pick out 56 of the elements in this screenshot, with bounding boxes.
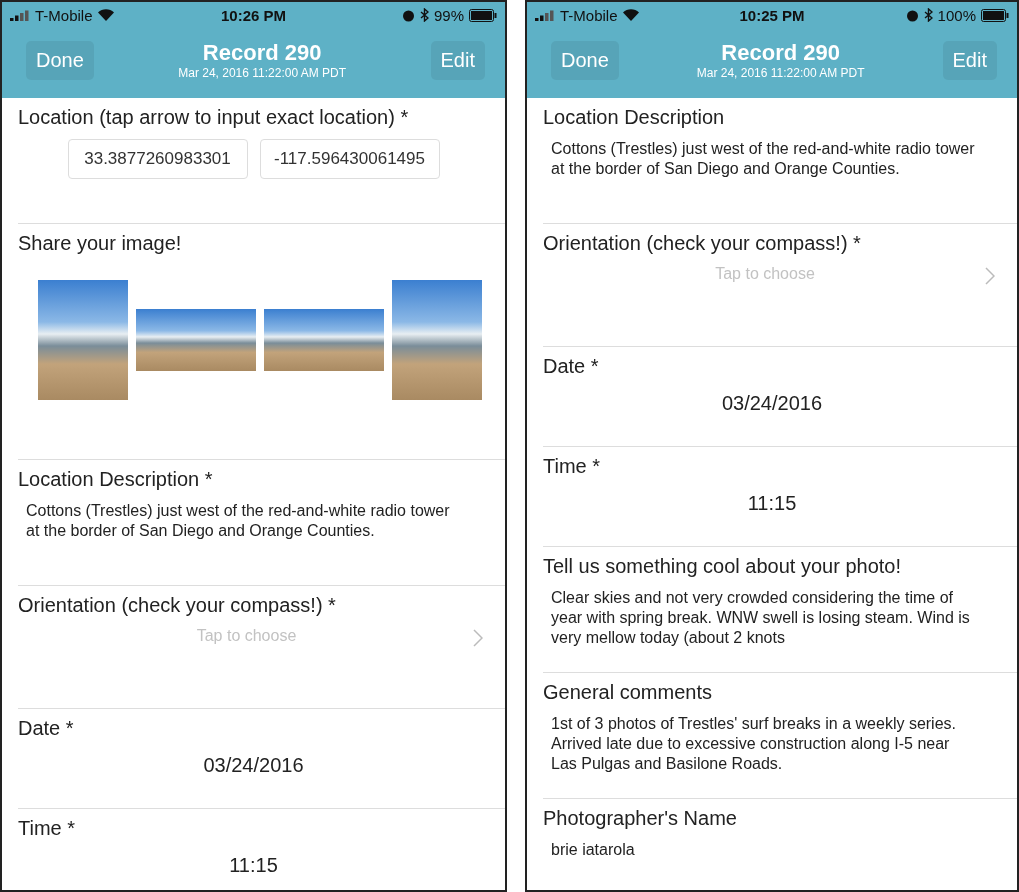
field-label: Date * <box>18 717 75 740</box>
field-value: 03/24/2016 <box>720 391 824 415</box>
battery-percent: 100% <box>937 6 976 24</box>
coordinate-field[interactable]: -117.596430061495 <box>259 139 440 179</box>
bluetooth-icon <box>923 8 933 22</box>
picker-placeholder[interactable]: Tap to choose <box>715 265 815 283</box>
wifi-icon <box>622 9 639 21</box>
field-text: brie iatarola <box>550 840 636 860</box>
field-text: Clear skies and not very crowded considering the time of year with spring break. WNW swell is losing steam. Wind is very mellow today (about 2 knots <box>550 588 971 648</box>
field-label: Orientation (check your compass!) * <box>543 232 862 255</box>
field-label: Location Description <box>543 106 726 129</box>
status-time: 10:25 PM <box>739 6 805 24</box>
battery-icon <box>469 8 497 22</box>
edit-button[interactable]: Edit <box>942 40 997 80</box>
battery-icon <box>981 8 1009 22</box>
field-label: Share your image! <box>18 232 183 255</box>
field-label: Location Description * <box>18 468 214 491</box>
battery-percent: 99% <box>433 6 464 24</box>
field-label: Date * <box>543 355 600 378</box>
done-button[interactable]: Done <box>26 40 94 80</box>
field-text: 1st of 3 photos of Trestles' surf breaks in a weekly series. Arrived late due to excessive construction along I-5 near Las Pulgas and Basilone Roads. <box>550 714 957 774</box>
record-date: Mar 24, 2016 11:22:00 AM PDT <box>696 66 865 80</box>
photo-placeholder[interactable] <box>264 309 384 371</box>
field-label: Tell us something cool about your photo! <box>543 555 902 578</box>
carrier-name: T-Mobile <box>35 6 93 24</box>
photo-placeholder[interactable] <box>392 280 482 400</box>
carrier-name: T-Mobile <box>560 6 618 24</box>
field-label: Photographer's Name <box>543 807 738 830</box>
record-date: Mar 24, 2016 11:22:00 AM PDT <box>178 66 347 80</box>
field-label: Time * <box>543 455 602 478</box>
edit-button[interactable]: Edit <box>430 40 485 80</box>
bluetooth-icon <box>419 8 429 22</box>
picker-placeholder[interactable]: Tap to choose <box>196 627 297 645</box>
alarm-clock-icon <box>905 8 919 22</box>
photo-placeholder[interactable] <box>136 309 256 371</box>
chevron-icon[interactable] <box>473 629 483 647</box>
field-text: Cottons (Trestles) just west of the red-and-white radio tower at the border of San Diego and Orange Counties. <box>25 501 451 541</box>
signal-icon <box>535 9 555 21</box>
field-label: Location (tap arrow to input exact location) * <box>18 106 410 129</box>
field-label: Orientation (check your compass!) * <box>18 594 337 617</box>
status-time: 10:26 PM <box>220 6 286 24</box>
done-button[interactable]: Done <box>551 40 619 80</box>
field-label: Time * <box>18 817 77 840</box>
coordinate-field[interactable]: 33.3877260983301 <box>67 139 248 179</box>
field-text: Cottons (Trestles) just west of the red-and-white radio tower at the border of San Diego and Orange Counties. <box>550 139 976 179</box>
photo-placeholder[interactable] <box>38 280 128 400</box>
signal-icon <box>10 9 30 21</box>
record-title: Record 290 <box>202 40 322 66</box>
field-value: 03/24/2016 <box>202 753 305 777</box>
field-value: 11:15 <box>746 491 798 515</box>
chevron-icon[interactable] <box>985 267 995 285</box>
field-value: 11:15 <box>228 853 279 877</box>
field-label: General comments <box>543 681 713 704</box>
record-title: Record 290 <box>721 40 840 66</box>
alarm-clock-icon <box>401 8 415 22</box>
wifi-icon <box>97 9 114 21</box>
